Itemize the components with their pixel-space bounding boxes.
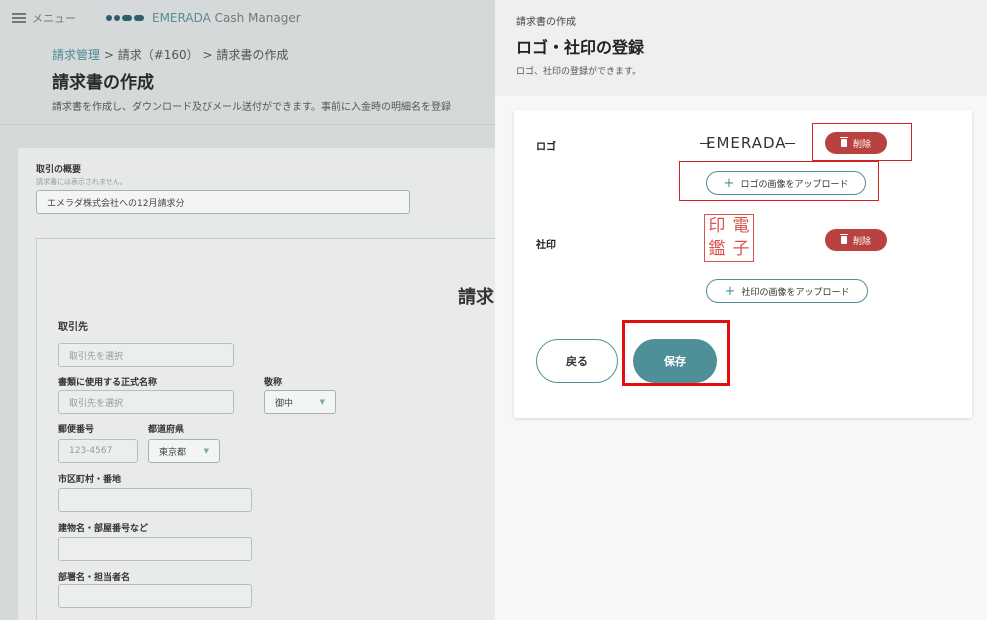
logo-delete-button[interactable]: 削除	[825, 132, 887, 154]
logo-upload-label: ロゴの画像をアップロード	[740, 179, 849, 190]
seal-char: 印	[708, 216, 726, 236]
logo-delete-label: 削除	[852, 138, 871, 149]
trash-icon	[839, 137, 848, 147]
logo-upload-button[interactable]: + ロゴの画像をアップロード	[706, 171, 866, 195]
prefecture-value: 東京都	[159, 447, 187, 458]
seal-delete-button[interactable]: 削除	[825, 229, 887, 251]
plus-icon: +	[723, 175, 735, 191]
breadcrumb-current: 請求書の作成	[216, 48, 289, 62]
chevron-down-icon: ▼	[203, 447, 209, 455]
honorific-value: 御中	[275, 398, 294, 409]
seal-upload-label: 社印の画像をアップロード	[741, 287, 850, 298]
back-button[interactable]: 戻る	[536, 339, 618, 383]
breadcrumb-billing[interactable]: 請求管理	[52, 48, 100, 62]
building-label: 建物名・部屋番号など	[58, 524, 149, 534]
official-name-label: 書類に使用する正式名称	[58, 378, 158, 388]
seal-char: 電	[732, 216, 750, 236]
save-button[interactable]: 保存	[633, 339, 717, 383]
menu-label[interactable]: メニュー	[32, 10, 76, 26]
seal-char: 子	[732, 239, 750, 259]
seal-upload-button[interactable]: + 社印の画像をアップロード	[706, 279, 868, 303]
seal-image: 印 電 鑑 子	[704, 214, 754, 262]
honorific-select[interactable]: 御中 ▼	[264, 390, 336, 414]
panel-description: ロゴ、社印の登録ができます。	[516, 67, 642, 77]
page-title: 請求書の作成	[52, 73, 154, 93]
honorific-label: 敬称	[264, 378, 283, 388]
trash-icon	[839, 234, 848, 244]
breadcrumb-separator: >	[100, 48, 118, 62]
panel-header: 請求書の作成 ロゴ・社印の登録 ロゴ、社印の登録ができます。	[495, 0, 987, 96]
plus-icon: +	[724, 283, 736, 299]
page-description: 請求書を作成し、ダウンロード及びメール送付ができます。事前に入金時の明細名を登録	[52, 102, 451, 113]
postal-label: 郵便番号	[58, 425, 95, 435]
official-name-input[interactable]: 取引先を選択	[58, 390, 234, 414]
logo-seal-card: ロゴ EMERADA 削除 + ロゴの画像をアップロード 社印 印 電 鑑 子 削…	[514, 110, 972, 418]
dept-label: 部署名・担当者名	[58, 573, 131, 583]
panel-title: ロゴ・社印の登録	[516, 38, 645, 57]
seal-char: 鑑	[708, 239, 726, 259]
city-input[interactable]	[58, 488, 252, 512]
client-select[interactable]: 取引先を選択	[58, 343, 234, 367]
prefecture-select[interactable]: 東京都 ▼	[148, 439, 220, 463]
brand-logo-icon	[106, 15, 146, 21]
client-section-label: 取引先	[58, 322, 88, 333]
breadcrumb-invoice[interactable]: 請求（#160）	[118, 48, 199, 62]
postal-input[interactable]: 123-4567	[58, 439, 138, 463]
breadcrumb: 請求管理 > 請求（#160） > 請求書の作成	[52, 46, 288, 63]
panel-subtitle: 請求書の作成	[516, 17, 576, 28]
dept-input[interactable]	[58, 584, 252, 608]
logo-label: ロゴ	[536, 142, 556, 153]
overview-input[interactable]: エメラダ株式会社への12月請求分	[36, 190, 410, 214]
overview-note: 請求書には表示されません。	[36, 178, 127, 186]
seal-label: 社印	[536, 240, 556, 251]
hamburger-menu-icon[interactable]	[12, 13, 26, 23]
brand-name: EMERADA Cash Manager	[152, 11, 301, 25]
logo-image: EMERADA	[700, 134, 795, 152]
seal-delete-label: 削除	[852, 235, 871, 246]
invoice-doc-title: 請求	[458, 287, 494, 308]
building-input[interactable]	[58, 537, 252, 561]
logo-seal-panel: 請求書の作成 ロゴ・社印の登録 ロゴ、社印の登録ができます。 ロゴ EMERAD…	[495, 0, 987, 620]
prefecture-label: 都道府県	[148, 425, 185, 435]
chevron-down-icon: ▼	[319, 398, 325, 406]
breadcrumb-separator: >	[198, 48, 217, 62]
overview-label: 取引の概要	[36, 165, 82, 175]
city-label: 市区町村・番地	[58, 475, 122, 485]
